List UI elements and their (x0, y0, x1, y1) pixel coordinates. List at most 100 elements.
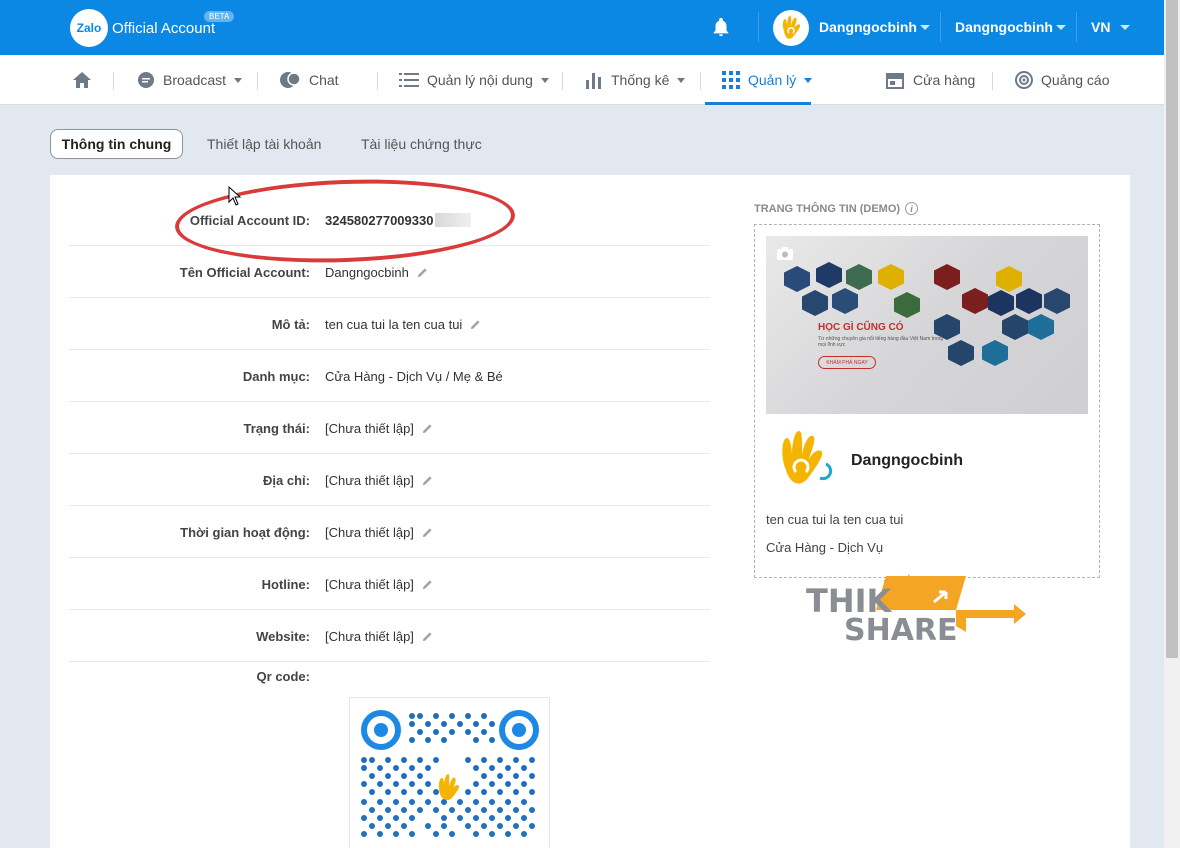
divider (700, 72, 701, 90)
nav-home[interactable] (72, 55, 100, 105)
row-value: [Chưa thiết lập] (325, 610, 433, 662)
camera-icon[interactable] (776, 246, 794, 261)
cover-subtitle: Từ những chuyên gia nổi tiếng hàng đầu V… (818, 336, 944, 348)
nav-label: Cửa hàng (913, 72, 976, 88)
nav-store[interactable]: Cửa hàng (885, 55, 975, 105)
nav-label: Quảng cáo (1041, 72, 1110, 88)
divider (758, 12, 759, 42)
grid-icon (722, 71, 740, 89)
chevron-down-icon[interactable] (1056, 25, 1066, 30)
address-value: [Chưa thiết lập] (325, 472, 414, 488)
row-label: Trạng thái: (243, 420, 310, 436)
speaker-photo (894, 292, 920, 318)
speaker-photo (832, 288, 858, 314)
row-description: Mô tả: ten cua tui la ten cua tui (69, 298, 710, 350)
zalo-logo-mark: Zalo (70, 9, 108, 47)
row-value: [Chưa thiết lập] (325, 506, 433, 558)
language-selector[interactable]: VN (1091, 19, 1110, 35)
row-label: Danh mục: (242, 368, 310, 384)
pencil-icon[interactable] (422, 579, 433, 590)
row-label: Qr code: (256, 668, 310, 684)
divider (377, 72, 378, 90)
status-value: [Chưa thiết lập] (325, 420, 414, 436)
cover-image: HỌC GÌ CŨNG CÓ Từ những chuyên gia nổi t… (766, 236, 1088, 414)
nav-ads[interactable]: Quảng cáo (1015, 55, 1110, 105)
account-switcher[interactable]: Dangngocbinh (955, 19, 1053, 35)
pencil-icon[interactable] (422, 475, 433, 486)
tab-account-settings[interactable]: Thiết lập tài khoản (207, 129, 321, 159)
row-address: Địa chỉ: [Chưa thiết lập] (69, 454, 710, 506)
row-value: [Chưa thiết lập] (325, 558, 433, 610)
chevron-down-icon (677, 77, 686, 83)
demo-category: Cửa Hàng - Dịch Vụ (766, 540, 884, 555)
demo-title-text: TRANG THÔNG TIN (DEMO) (754, 202, 901, 215)
active-nav-indicator (705, 102, 811, 105)
watermark-line2: SHARE (844, 613, 958, 644)
speaker-photo (996, 266, 1022, 292)
pencil-icon[interactable] (417, 267, 428, 278)
pencil-icon[interactable] (422, 423, 433, 434)
nav-label: Quản lý (748, 72, 797, 88)
nav-label: Chat (309, 72, 339, 88)
thikshare-watermark: THIK SHARE (806, 574, 1026, 644)
row-label: Website: (256, 628, 310, 644)
bell-icon[interactable] (710, 16, 732, 38)
row-label: Hotline: (261, 576, 310, 592)
account-name-value: Dangngocbinh (325, 264, 409, 280)
business-hours-value: [Chưa thiết lập] (325, 524, 414, 540)
nav-chat[interactable]: Chat (279, 55, 339, 105)
speaker-photo (982, 340, 1008, 366)
tab-general-info[interactable]: Thông tin chung (50, 129, 183, 159)
beta-badge: BETA (204, 11, 235, 22)
hotline-value: [Chưa thiết lập] (325, 576, 414, 592)
chevron-down-icon[interactable] (920, 25, 930, 30)
scrollbar-thumb[interactable] (1166, 0, 1178, 658)
divider (113, 72, 114, 90)
chat-icon (280, 72, 301, 88)
cover-cta-button[interactable]: KHÁM PHÁ NGAY (818, 356, 876, 369)
logo-text: Official Account (112, 19, 216, 37)
target-icon (1015, 71, 1033, 89)
chevron-down-icon (234, 77, 243, 83)
nav-label: Broadcast (163, 72, 227, 88)
row-business-hours: Thời gian hoạt động: [Chưa thiết lập] (69, 506, 710, 558)
row-label: Mô tả: (271, 316, 310, 332)
pencil-icon[interactable] (422, 631, 433, 642)
nav-content[interactable]: Quản lý nội dung (399, 55, 549, 105)
demo-description: ten cua tui la ten cua tui (766, 512, 904, 527)
chevron-down-icon[interactable] (1120, 25, 1130, 30)
hand-logo-icon (782, 16, 801, 39)
divider (562, 72, 563, 90)
speaker-photo (934, 264, 960, 290)
store-icon (886, 73, 904, 89)
chevron-down-icon (540, 77, 549, 83)
speaker-photo (988, 290, 1014, 316)
row-label: Thời gian hoạt động: (180, 524, 310, 540)
avatar[interactable] (773, 10, 809, 46)
speaker-photo (1028, 314, 1054, 340)
user-name[interactable]: Dangngocbinh (819, 19, 917, 35)
divider (1076, 12, 1077, 42)
main-nav: Broadcast Chat Quản lý nội dung Thống kê… (0, 55, 1164, 105)
pencil-icon[interactable] (470, 319, 481, 330)
info-icon[interactable]: i (905, 202, 919, 215)
divider (992, 72, 993, 90)
speaker-photo (846, 264, 872, 290)
divider (257, 72, 258, 90)
zalo-logo[interactable]: Zalo Official Account BETA (70, 9, 235, 47)
speaker-photo (816, 262, 842, 288)
category-value: Cửa Hàng - Dịch Vụ / Mẹ & Bé (325, 368, 503, 384)
chevron-down-icon (804, 77, 813, 83)
bar-chart-icon (586, 73, 601, 89)
nav-manage[interactable]: Quản lý (722, 55, 813, 105)
pencil-icon[interactable] (422, 527, 433, 538)
nav-label: Thống kê (611, 72, 670, 88)
qr-code[interactable] (349, 697, 550, 848)
nav-stats[interactable]: Thống kê (585, 55, 686, 105)
nav-broadcast[interactable]: Broadcast (137, 55, 243, 105)
row-status: Trạng thái: [Chưa thiết lập] (69, 402, 710, 454)
description-value: ten cua tui la ten cua tui (325, 316, 463, 332)
tab-verification-docs[interactable]: Tài liệu chứng thực (361, 129, 482, 159)
row-value: [Chưa thiết lập] (325, 454, 433, 506)
website-value: [Chưa thiết lập] (325, 628, 414, 644)
